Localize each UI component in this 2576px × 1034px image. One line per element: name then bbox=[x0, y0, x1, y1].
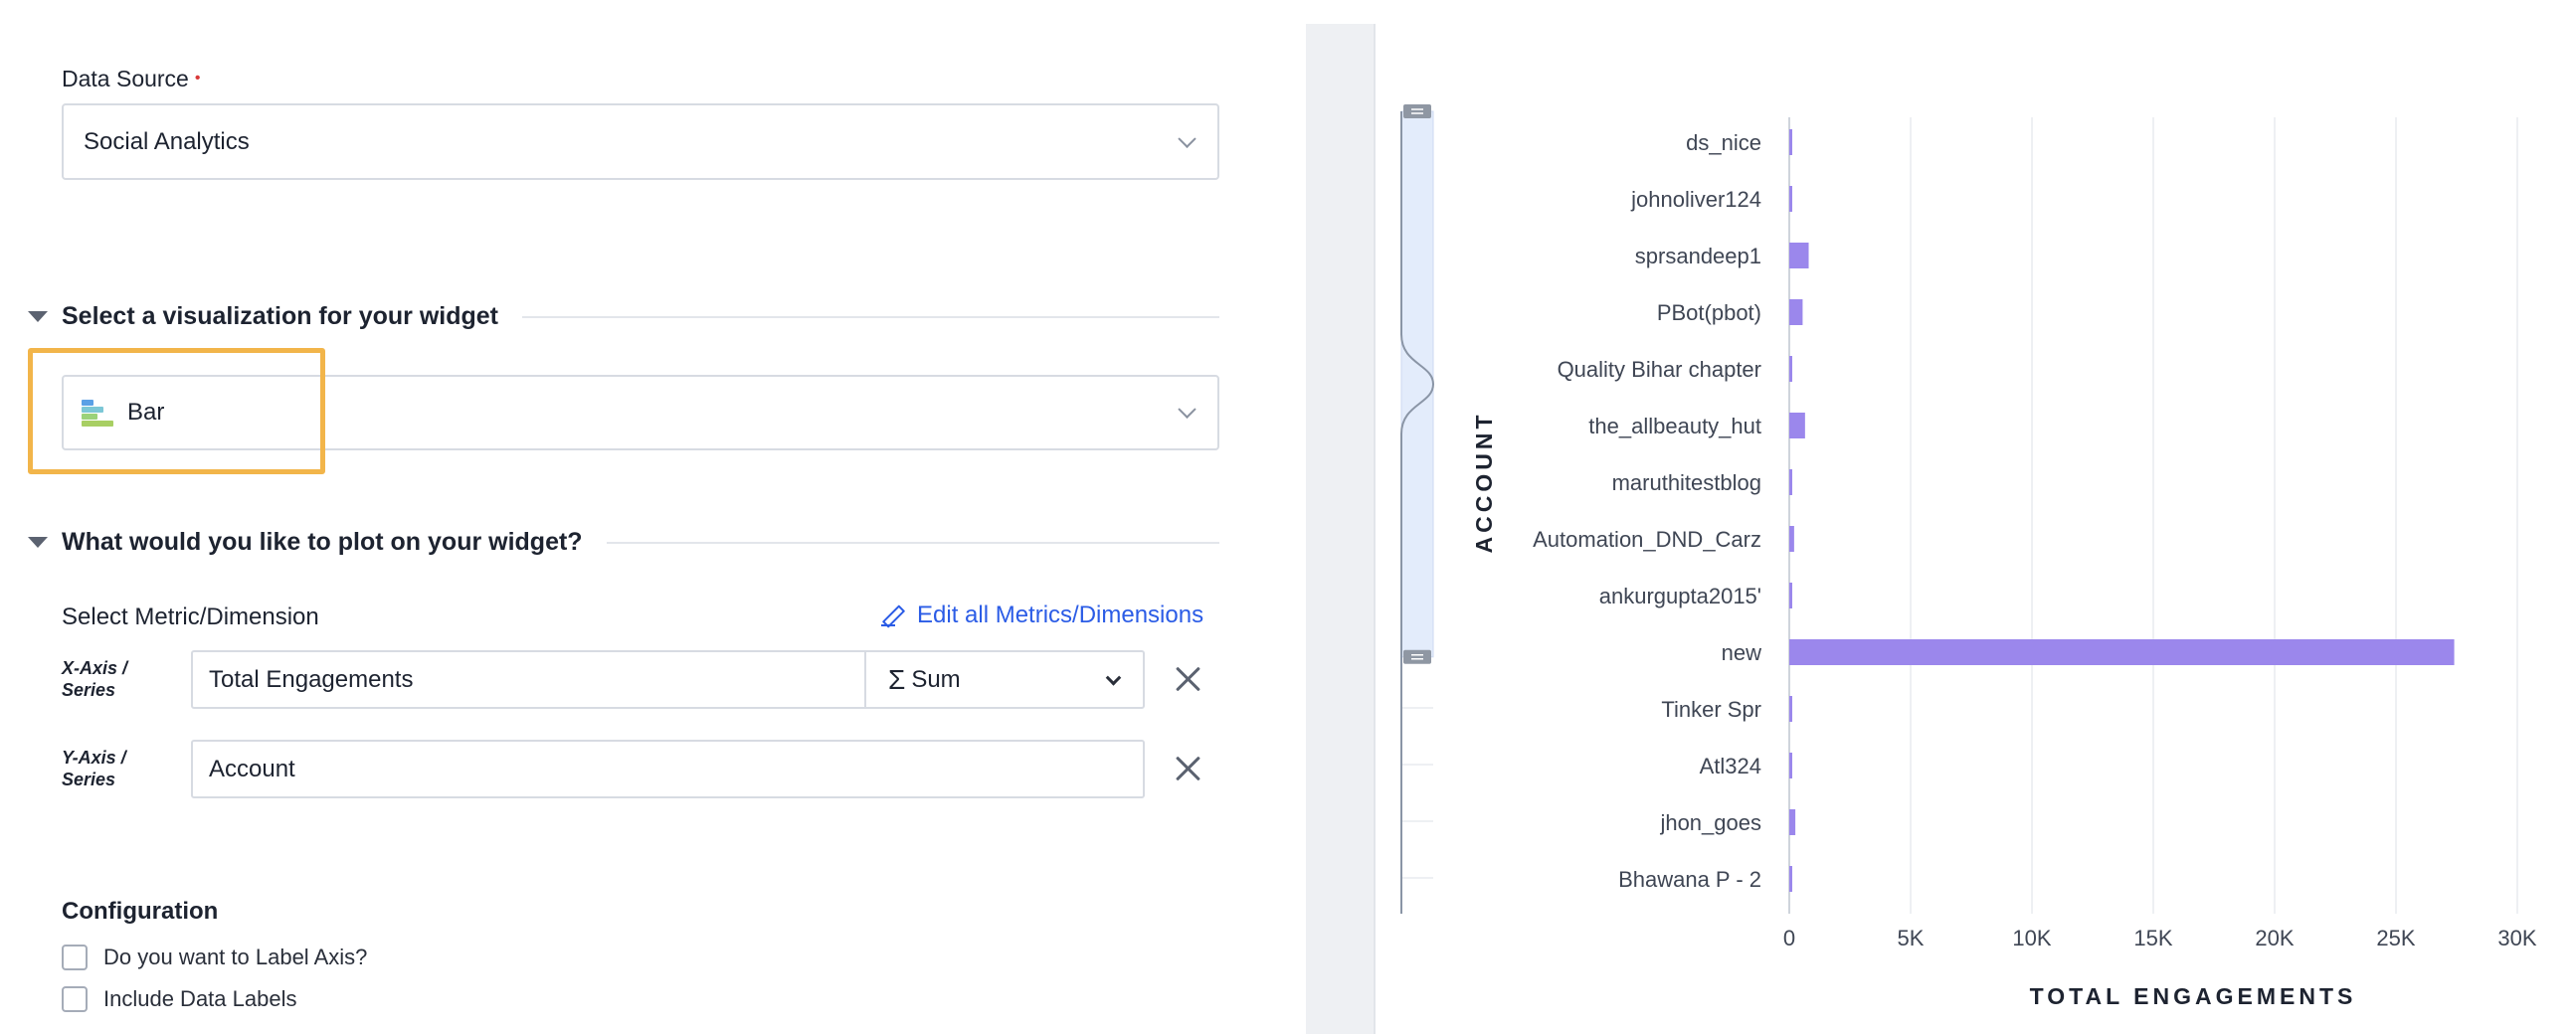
collapse-triangle-icon bbox=[28, 311, 48, 322]
scroll-handle[interactable] bbox=[1403, 104, 1431, 118]
plot-section-title: What would you like to plot on your widg… bbox=[62, 528, 583, 556]
x-axis-label: X-Axis / Series bbox=[62, 658, 128, 700]
section-divider bbox=[522, 315, 1219, 318]
label-axis-text: Do you want to Label Axis? bbox=[103, 945, 368, 969]
category-label: Bhawana P - 2 bbox=[1618, 867, 1761, 892]
y-axis-value: Account bbox=[209, 755, 295, 782]
category-label: sprsandeep1 bbox=[1635, 244, 1761, 268]
category-label: Atl324 bbox=[1700, 754, 1761, 778]
remove-y-axis-button[interactable] bbox=[1173, 753, 1202, 782]
panel-divider bbox=[1306, 24, 1376, 1034]
x-tick-label: 10K bbox=[2012, 926, 2051, 950]
category-label: the_allbeauty_hut bbox=[1588, 414, 1761, 438]
label-axis-option[interactable]: Do you want to Label Axis? bbox=[62, 945, 367, 970]
chart-preview: ds_nice johnoliver124 sprsandeep1 PBot(pbot… bbox=[1378, 24, 2576, 1034]
scroll-window[interactable] bbox=[1400, 110, 1434, 658]
section-divider bbox=[606, 541, 1219, 544]
scroll-handle[interactable] bbox=[1403, 649, 1431, 664]
x-tick-label: 0 bbox=[1783, 926, 1795, 950]
bar[interactable] bbox=[1789, 299, 1803, 325]
chevron-down-icon bbox=[1105, 669, 1122, 686]
bar[interactable] bbox=[1789, 526, 1794, 552]
category-label: johnoliver124 bbox=[1630, 187, 1761, 212]
x-axis-value: Total Engagements bbox=[209, 665, 414, 693]
bar-chart: ds_nice johnoliver124 sprsandeep1 PBot(pbot… bbox=[1400, 104, 2537, 1009]
bar[interactable] bbox=[1789, 413, 1805, 438]
chart-grid bbox=[1788, 117, 2518, 914]
category-label: jhon_goes bbox=[1659, 810, 1761, 835]
bar[interactable] bbox=[1789, 356, 1792, 382]
category-label: Quality Bihar chapter bbox=[1558, 357, 1761, 382]
category-label: new bbox=[1722, 640, 1761, 665]
remove-x-axis-button[interactable] bbox=[1173, 663, 1202, 693]
data-labels-text: Include Data Labels bbox=[103, 986, 297, 1011]
pencil-icon bbox=[881, 604, 903, 626]
category-label: maruthitestblog bbox=[1612, 470, 1761, 495]
category-label: Tinker Spr bbox=[1661, 697, 1761, 722]
bar[interactable] bbox=[1789, 809, 1796, 835]
bar[interactable] bbox=[1789, 753, 1792, 778]
bar[interactable] bbox=[1789, 696, 1792, 722]
x-tick-label: 15K bbox=[2133, 926, 2172, 950]
chevron-down-icon bbox=[1178, 129, 1196, 148]
bar[interactable] bbox=[1789, 469, 1792, 495]
widget-config-panel: Data Source • Social Analytics Select a v… bbox=[0, 0, 1306, 1034]
data-source-value: Social Analytics bbox=[84, 127, 250, 155]
data-source-select[interactable]: Social Analytics bbox=[62, 103, 1219, 180]
bar[interactable] bbox=[1789, 186, 1792, 212]
category-label: Automation_DND_Carz bbox=[1533, 527, 1761, 552]
bar[interactable] bbox=[1789, 243, 1809, 268]
label-axis-checkbox[interactable] bbox=[62, 945, 88, 970]
metric-dimension-label: Select Metric/Dimension bbox=[62, 603, 319, 630]
data-source-label: Data Source • bbox=[62, 66, 201, 91]
edit-metrics-label: Edit all Metrics/Dimensions bbox=[917, 602, 1204, 628]
visualization-section-title: Select a visualization for your widget bbox=[62, 302, 498, 330]
edit-metrics-link[interactable]: Edit all Metrics/Dimensions bbox=[881, 602, 1203, 629]
x-tick-labels: 0 5K 10K 15K 20K 25K 30K bbox=[1783, 926, 2537, 950]
plot-section-header[interactable]: What would you like to plot on your widg… bbox=[28, 528, 1219, 557]
x-tick-label: 20K bbox=[2255, 926, 2294, 950]
configuration-title: Configuration bbox=[62, 898, 219, 925]
aggregation-value: Sum bbox=[911, 665, 961, 693]
selection-highlight bbox=[28, 348, 325, 474]
data-labels-checkbox[interactable] bbox=[62, 986, 88, 1012]
required-marker: • bbox=[194, 70, 201, 86]
chevron-down-icon bbox=[1178, 400, 1196, 419]
category-label: PBot(pbot) bbox=[1657, 300, 1761, 325]
bar[interactable] bbox=[1789, 583, 1792, 608]
x-tick-label: 25K bbox=[2376, 926, 2415, 950]
bar[interactable] bbox=[1789, 129, 1792, 155]
x-tick-label: 5K bbox=[1898, 926, 1925, 950]
x-tick-label: 30K bbox=[2497, 926, 2536, 950]
sigma-icon: Σ bbox=[888, 663, 906, 695]
y-axis-label: Y-Axis / Series bbox=[62, 748, 126, 789]
category-labels: ds_nice johnoliver124 sprsandeep1 PBot(pbot… bbox=[1533, 130, 1761, 892]
aggregation-select[interactable]: Σ Sum bbox=[866, 650, 1145, 709]
data-labels-option[interactable]: Include Data Labels bbox=[62, 986, 296, 1012]
x-axis-title: TOTAL ENGAGEMENTS bbox=[2030, 983, 2357, 1009]
y-axis-field[interactable]: Account bbox=[191, 740, 1145, 798]
bar[interactable] bbox=[1789, 866, 1792, 892]
category-label: ankurgupta2015' bbox=[1599, 584, 1761, 608]
chart-bars bbox=[1789, 129, 2455, 892]
y-axis-title: ACCOUNT bbox=[1471, 412, 1497, 554]
chart-scrollbar[interactable] bbox=[1400, 104, 1435, 914]
collapse-triangle-icon bbox=[28, 537, 48, 548]
bar[interactable] bbox=[1789, 639, 2455, 665]
visualization-section-header[interactable]: Select a visualization for your widget bbox=[28, 302, 1219, 331]
category-label: ds_nice bbox=[1686, 130, 1761, 155]
